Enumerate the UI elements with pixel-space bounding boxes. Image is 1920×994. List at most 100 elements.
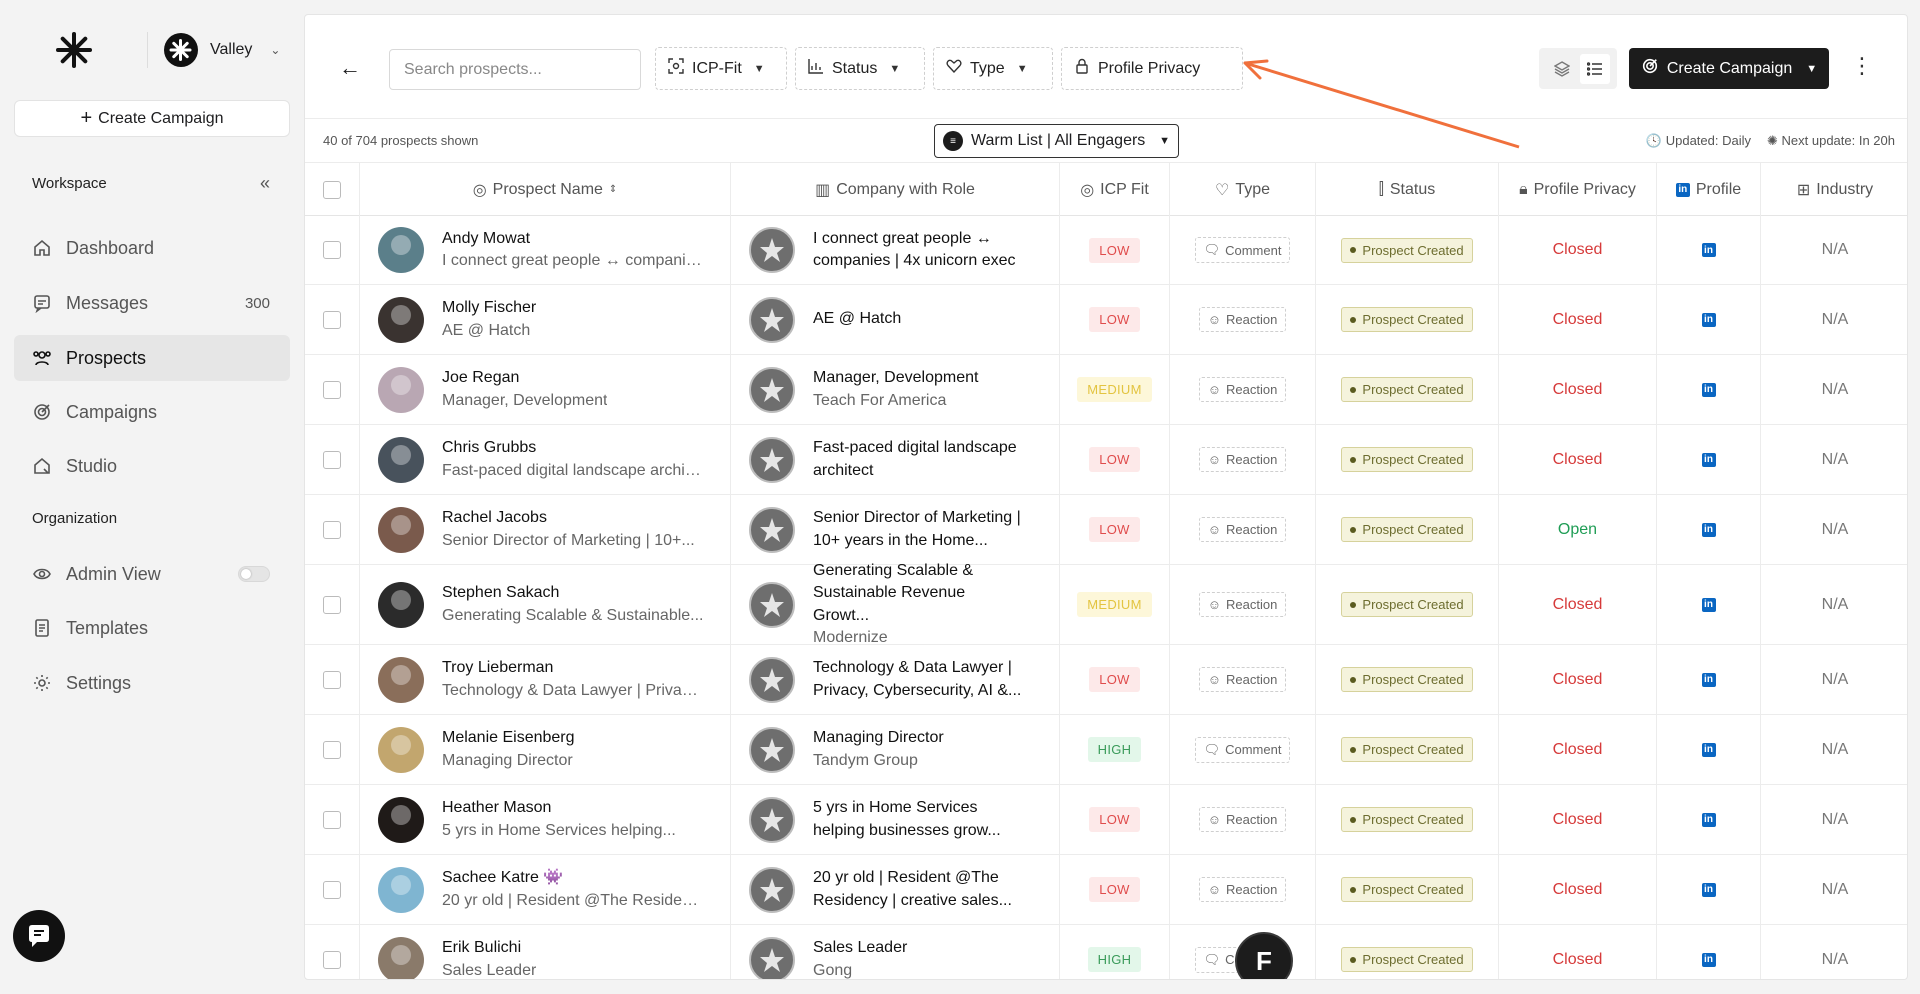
company-cell[interactable]: Sales Leader Gong	[731, 925, 1060, 979]
prospect-name[interactable]: Melanie Eisenberg	[442, 727, 575, 749]
row-checkbox[interactable]	[323, 450, 341, 469]
list-selector[interactable]: ≡ Warm List | All Engagers ▼	[934, 124, 1179, 158]
prospect-name[interactable]: Rachel Jacobs	[442, 507, 695, 529]
row-checkbox[interactable]	[323, 880, 341, 899]
sidebar-create-campaign-button[interactable]: + Create Campaign	[14, 100, 290, 137]
filter-profile-privacy[interactable]: Profile Privacy	[1061, 47, 1243, 90]
linkedin-icon[interactable]: in	[1701, 672, 1716, 687]
filter-icp-fit[interactable]: ICP-Fit ▼	[655, 47, 787, 90]
company-cell[interactable]: 5 yrs in Home Services helping businesse…	[731, 785, 1060, 854]
prospect-name[interactable]: Sachee Katre 👾	[442, 867, 704, 889]
linkedin-icon[interactable]: in	[1701, 597, 1716, 612]
row-checkbox[interactable]	[323, 520, 341, 539]
layers-icon[interactable]	[1547, 54, 1577, 84]
prospect-name[interactable]: Troy Lieberman	[442, 657, 704, 679]
sidebar-item-prospects[interactable]: Prospects	[14, 335, 290, 381]
sidebar-item-campaigns[interactable]: Campaigns	[14, 389, 290, 435]
sidebar-item-templates[interactable]: Templates	[14, 605, 290, 651]
prospect-name[interactable]: Joe Regan	[442, 367, 607, 389]
column-industry[interactable]: ⊞ Industry	[1761, 163, 1907, 216]
column-prospect-name[interactable]: ◎ Prospect Name ⇕	[360, 163, 731, 216]
row-checkbox[interactable]	[323, 740, 341, 759]
prospect-cell[interactable]: Troy Lieberman Technology & Data Lawyer …	[360, 645, 731, 714]
sidebar-item-dashboard[interactable]: Dashboard	[14, 225, 290, 271]
sidebar-item-admin-view[interactable]: Admin View	[14, 551, 290, 597]
prospect-cell[interactable]: Andy Mowat I connect great people ↔ comp…	[360, 216, 731, 284]
company-cell[interactable]: Fast-paced digital landscape architect	[731, 425, 1060, 494]
prospect-name[interactable]: Andy Mowat	[442, 228, 704, 250]
row-checkbox[interactable]	[323, 950, 341, 969]
company-cell[interactable]: Technology & Data Lawyer | Privacy, Cybe…	[731, 645, 1060, 714]
company-cell[interactable]: Senior Director of Marketing | 10+ years…	[731, 495, 1060, 564]
prospect-name[interactable]: Molly Fischer	[442, 297, 536, 319]
company-cell[interactable]: Generating Scalable & Sustainable Revenu…	[731, 562, 1060, 646]
linkedin-icon[interactable]: in	[1701, 243, 1716, 257]
company-cell[interactable]: 20 yr old | Resident @The Residency | cr…	[731, 855, 1060, 924]
table-row[interactable]: Sachee Katre 👾 20 yr old | Resident @The…	[305, 855, 1907, 925]
more-options-icon[interactable]: ⋮	[1851, 55, 1873, 77]
row-checkbox[interactable]	[323, 310, 341, 329]
table-row[interactable]: Melanie Eisenberg Managing Director Mana…	[305, 715, 1907, 785]
prospect-name[interactable]: Heather Mason	[442, 797, 676, 819]
company-cell[interactable]: AE @ Hatch	[731, 285, 1060, 354]
filter-status[interactable]: Status ▼	[795, 47, 925, 90]
app-logo[interactable]	[56, 32, 92, 68]
row-checkbox[interactable]	[323, 595, 341, 614]
support-chat-button[interactable]	[13, 910, 65, 962]
company-cell[interactable]: Manager, Development Teach For America	[731, 355, 1060, 424]
company-cell[interactable]: I connect great people ↔ companies | 4x …	[731, 216, 1060, 284]
list-view-icon[interactable]	[1579, 53, 1610, 84]
column-company-role[interactable]: ▥ Company with Role	[731, 163, 1060, 216]
prospect-cell[interactable]: Joe Regan Manager, Development	[360, 355, 731, 424]
create-campaign-button[interactable]: Create Campaign ▼	[1629, 48, 1829, 89]
sidebar-item-messages[interactable]: Messages 300	[14, 280, 290, 326]
sort-icon[interactable]: ⇕	[609, 184, 617, 195]
table-row[interactable]: Stephen Sakach Generating Scalable & Sus…	[305, 562, 1907, 646]
company-cell[interactable]: Managing Director Tandym Group	[731, 715, 1060, 784]
collapse-sidebar-icon[interactable]: «	[260, 173, 270, 194]
prospect-cell[interactable]: Stephen Sakach Generating Scalable & Sus…	[360, 565, 731, 644]
linkedin-icon[interactable]: in	[1701, 812, 1716, 827]
linkedin-icon[interactable]: in	[1701, 452, 1716, 467]
back-arrow-icon[interactable]: ←	[339, 55, 361, 81]
prospect-cell[interactable]: Sachee Katre 👾 20 yr old | Resident @The…	[360, 855, 731, 924]
linkedin-icon[interactable]: in	[1701, 882, 1716, 897]
sidebar-item-studio[interactable]: Studio	[14, 443, 290, 489]
admin-view-toggle[interactable]	[238, 566, 270, 582]
column-status[interactable]: ⫿ Status	[1316, 163, 1499, 216]
linkedin-icon[interactable]: in	[1701, 522, 1716, 537]
prospect-cell[interactable]: Heather Mason 5 yrs in Home Services hel…	[360, 785, 731, 854]
prospect-cell[interactable]: Chris Grubbs Fast-paced digital landscap…	[360, 425, 731, 494]
prospect-cell[interactable]: Molly Fischer AE @ Hatch	[360, 285, 731, 354]
filter-type[interactable]: Type ▼	[933, 47, 1053, 90]
search-input[interactable]	[389, 49, 641, 90]
table-row[interactable]: Heather Mason 5 yrs in Home Services hel…	[305, 785, 1907, 855]
prospect-cell[interactable]: Rachel Jacobs Senior Director of Marketi…	[360, 495, 731, 564]
table-row[interactable]: Erik Bulichi Sales Leader Sales Leader G…	[305, 925, 1907, 979]
workspace-switcher[interactable]: Valley ⌄	[164, 33, 280, 67]
table-row[interactable]: Molly Fischer AE @ Hatch AE @ Hatch LOW …	[305, 285, 1907, 355]
linkedin-icon[interactable]: in	[1701, 742, 1716, 757]
table-row[interactable]: Joe Regan Manager, Development Manager, …	[305, 355, 1907, 425]
linkedin-icon[interactable]: in	[1701, 312, 1716, 327]
prospect-name[interactable]: Chris Grubbs	[442, 437, 704, 459]
column-profile-privacy[interactable]: 🔒︎ Profile Privacy	[1499, 163, 1657, 216]
prospect-cell[interactable]: Erik Bulichi Sales Leader	[360, 925, 731, 979]
prospect-cell[interactable]: Melanie Eisenberg Managing Director	[360, 715, 731, 784]
row-checkbox[interactable]	[323, 380, 341, 399]
prospect-name[interactable]: Stephen Sakach	[442, 582, 704, 604]
prospect-name[interactable]: Erik Bulichi	[442, 937, 536, 959]
row-checkbox[interactable]	[323, 810, 341, 829]
column-profile[interactable]: in Profile	[1657, 163, 1761, 216]
linkedin-icon[interactable]: in	[1701, 382, 1716, 397]
column-icp-fit[interactable]: ◎ ICP Fit	[1060, 163, 1170, 216]
select-all-checkbox[interactable]	[323, 180, 341, 199]
table-row[interactable]: Rachel Jacobs Senior Director of Marketi…	[305, 495, 1907, 565]
sidebar-item-settings[interactable]: Settings	[14, 660, 290, 706]
linkedin-icon[interactable]: in	[1701, 952, 1716, 967]
row-checkbox[interactable]	[323, 241, 341, 259]
table-row[interactable]: Troy Lieberman Technology & Data Lawyer …	[305, 645, 1907, 715]
column-type[interactable]: ♡ Type	[1170, 163, 1316, 216]
table-row[interactable]: Andy Mowat I connect great people ↔ comp…	[305, 216, 1907, 285]
row-checkbox[interactable]	[323, 670, 341, 689]
